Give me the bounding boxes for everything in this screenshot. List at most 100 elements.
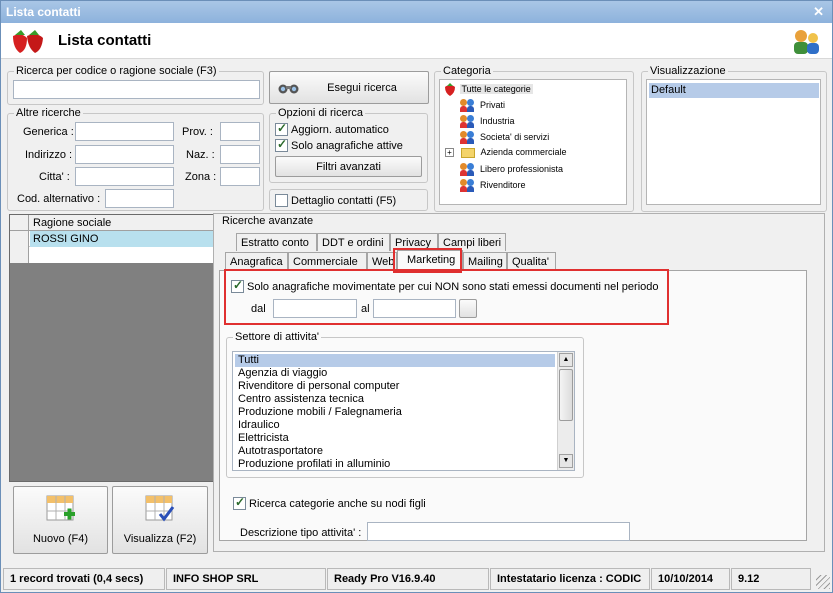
- row-indicator[interactable]: [10, 231, 29, 247]
- folder-icon: [460, 147, 475, 158]
- binoculars-icon: [278, 84, 299, 94]
- view-record-icon: [145, 495, 175, 522]
- dettaglio-label: Dettaglio contatti (F5): [291, 195, 397, 207]
- settore-legend: Settore di attivita': [233, 331, 322, 343]
- citta-label: Citta' :: [39, 171, 70, 183]
- tab-ddt-ordini[interactable]: DDT e ordini: [317, 233, 390, 251]
- zona-input[interactable]: [220, 167, 260, 186]
- list-item[interactable]: Tutti: [235, 354, 555, 367]
- list-item[interactable]: Centro assistenza tecnica: [235, 393, 364, 406]
- al-date-input[interactable]: [373, 299, 456, 318]
- solo-attive-label: Solo anagrafiche attive: [291, 140, 403, 152]
- solo-attive-checkbox[interactable]: [275, 137, 288, 152]
- list-item[interactable]: Agenzia di viaggio: [235, 367, 327, 380]
- tree-item-servizi[interactable]: Societa' di servizi: [460, 131, 549, 147]
- tab-estratto-conto[interactable]: Estratto conto: [236, 233, 317, 251]
- dettaglio-checkbox[interactable]: [275, 194, 288, 207]
- expand-icon[interactable]: +: [445, 148, 454, 158]
- grid-corner: [10, 215, 29, 231]
- generica-input[interactable]: [75, 122, 174, 141]
- new-record-icon: [46, 495, 75, 521]
- scroll-thumb[interactable]: [559, 369, 573, 421]
- al-label: al: [361, 303, 370, 315]
- tree-item-libero[interactable]: Libero professionista: [460, 163, 563, 179]
- ricerca-categorie-checkbox[interactable]: [233, 495, 246, 510]
- visualizza-button-label: Visualizza (F2): [123, 533, 197, 545]
- descrizione-label: Descrizione tipo attivita' :: [240, 527, 362, 539]
- indirizzo-label: Indirizzo :: [25, 149, 73, 161]
- people-icon: [460, 115, 476, 128]
- tree-item-label: Libero professionista: [480, 163, 564, 174]
- grid-header[interactable]: Ragione sociale: [33, 217, 111, 229]
- categoria-tree[interactable]: Tutte le categorie Privati Industria Soc…: [439, 79, 627, 205]
- tab-mailing[interactable]: Mailing: [463, 252, 507, 270]
- naz-input[interactable]: [220, 145, 260, 164]
- visualizzazione-item-default[interactable]: Default: [649, 83, 819, 98]
- scroll-down-icon[interactable]: ▼: [559, 454, 573, 468]
- status-date: 10/10/2014: [651, 568, 730, 590]
- nuovo-button-label: Nuovo (F4): [32, 533, 89, 545]
- cod-alt-label: Cod. alternativo :: [17, 193, 101, 205]
- search-button[interactable]: Esegui ricerca: [269, 71, 429, 104]
- descrizione-input[interactable]: [367, 522, 630, 541]
- tree-item-tutte[interactable]: Tutte le categorie: [443, 83, 533, 99]
- tree-item-label: Tutte le categorie: [459, 83, 533, 94]
- search-button-label: Esegui ricerca: [327, 81, 397, 94]
- tab-commerciale[interactable]: Commerciale: [288, 252, 367, 270]
- code-search-input[interactable]: [13, 80, 260, 99]
- cod-alt-input[interactable]: [105, 189, 174, 208]
- visualizza-button[interactable]: Visualizza (F2): [112, 486, 208, 554]
- indirizzo-input[interactable]: [75, 145, 174, 164]
- aggiorn-checkbox[interactable]: [275, 121, 288, 136]
- tree-item-label: Azienda commerciale: [480, 147, 567, 157]
- strawberry-icon: [445, 83, 455, 96]
- tree-item-rivenditore[interactable]: Rivenditore: [460, 179, 526, 195]
- status-license: Intestatario licenza : CODIC: [490, 568, 650, 590]
- list-item[interactable]: Autotrasportatore: [235, 445, 323, 458]
- row-indicator[interactable]: [10, 247, 29, 263]
- resize-grip-icon[interactable]: [816, 575, 830, 589]
- status-company: INFO SHOP SRL: [166, 568, 326, 590]
- table-row[interactable]: ROSSI GINO: [10, 231, 228, 247]
- tree-item-industria[interactable]: Industria: [460, 115, 515, 131]
- code-search-legend: Ricerca per codice o ragione sociale (F3…: [14, 65, 219, 77]
- tab-qualita[interactable]: Qualita': [507, 252, 556, 270]
- list-item[interactable]: Rivenditore di personal computer: [235, 380, 399, 393]
- vertical-scrollbar[interactable]: ▲ ▼: [557, 352, 574, 470]
- dal-label: dal: [251, 303, 266, 315]
- categoria-legend: Categoria: [441, 65, 493, 77]
- list-item[interactable]: Idraulico: [235, 419, 280, 432]
- grid-header-row: Ragione sociale: [10, 215, 228, 231]
- prov-label: Prov. :: [182, 126, 213, 138]
- results-grid[interactable]: Ragione sociale ROSSI GINO: [9, 214, 229, 482]
- visualizzazione-list[interactable]: Default: [646, 79, 821, 205]
- status-records: 1 record trovati (0,4 secs): [3, 568, 165, 590]
- tree-item-label: Privati: [480, 99, 506, 110]
- dal-date-input[interactable]: [273, 299, 357, 318]
- window-title: Lista contatti: [6, 5, 81, 19]
- prov-input[interactable]: [220, 122, 260, 141]
- nuovo-button[interactable]: Nuovo (F4): [13, 486, 108, 554]
- settore-listbox[interactable]: Tutti Agenzia di viaggio Rivenditore di …: [232, 351, 575, 471]
- list-item[interactable]: Produzione profilati in alluminio: [235, 458, 390, 471]
- tree-item-commerciale[interactable]: + Azienda commerciale: [445, 147, 567, 163]
- title-bar: Lista contatti ✕: [1, 1, 832, 23]
- generica-label: Generica :: [23, 126, 74, 138]
- ricerca-categorie-label: Ricerca categorie anche su nodi figli: [249, 498, 426, 510]
- tab-anagrafica[interactable]: Anagrafica: [225, 252, 288, 270]
- solo-movimentate-checkbox[interactable]: [231, 278, 244, 293]
- table-row-empty[interactable]: [10, 247, 228, 263]
- people-icon: [460, 131, 476, 144]
- window: Lista contatti ✕ Lista contatti Ricerca …: [0, 0, 833, 593]
- solo-movimentate-label: Solo anagrafiche movimentate per cui NON…: [247, 281, 659, 293]
- date-picker-button[interactable]: [459, 299, 477, 318]
- filtri-avanzati-button[interactable]: Filtri avanzati: [275, 156, 422, 177]
- citta-input[interactable]: [75, 167, 174, 186]
- close-icon[interactable]: ✕: [813, 4, 824, 20]
- tree-item-privati[interactable]: Privati: [460, 99, 505, 115]
- scroll-up-icon[interactable]: ▲: [559, 353, 573, 367]
- grid-cell[interactable]: ROSSI GINO: [30, 231, 228, 247]
- list-item[interactable]: Produzione mobili / Falegnameria: [235, 406, 402, 419]
- tree-item-label: Societa' di servizi: [480, 131, 550, 142]
- list-item[interactable]: Elettricista: [235, 432, 289, 445]
